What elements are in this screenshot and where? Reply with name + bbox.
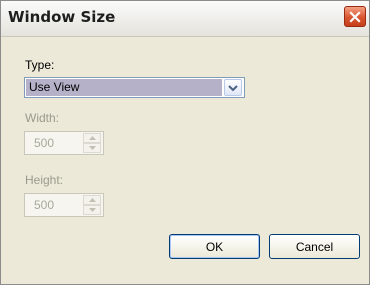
window-size-dialog: Window Size Type: Use View Width: 500 He… bbox=[0, 0, 370, 285]
width-spin-up-button[interactable] bbox=[83, 133, 101, 143]
spin-down-arrow-icon bbox=[88, 146, 96, 150]
height-spinner[interactable]: 500 bbox=[24, 193, 104, 217]
height-value: 500 bbox=[34, 198, 55, 212]
title-bar[interactable]: Window Size bbox=[1, 1, 369, 37]
chevron-down-icon bbox=[228, 84, 238, 91]
height-spin-down-button[interactable] bbox=[83, 205, 101, 215]
cancel-button[interactable]: Cancel bbox=[269, 234, 360, 259]
type-select-dropdown-button[interactable] bbox=[224, 79, 242, 96]
window-title: Window Size bbox=[8, 8, 116, 26]
width-spinner[interactable]: 500 bbox=[24, 131, 104, 155]
height-spin-up-button[interactable] bbox=[83, 195, 101, 205]
ok-button[interactable]: OK bbox=[169, 234, 260, 259]
width-label: Width: bbox=[25, 111, 60, 125]
height-label: Height: bbox=[25, 173, 64, 187]
spin-up-arrow-icon bbox=[88, 198, 96, 202]
type-label: Type: bbox=[25, 58, 55, 72]
type-select[interactable]: Use View bbox=[24, 77, 245, 98]
type-select-value: Use View bbox=[26, 79, 222, 96]
spin-down-arrow-icon bbox=[88, 208, 96, 212]
close-icon bbox=[349, 10, 361, 23]
width-value: 500 bbox=[34, 136, 55, 150]
close-button[interactable] bbox=[344, 6, 366, 27]
spin-up-arrow-icon bbox=[88, 136, 96, 140]
width-spin-down-button[interactable] bbox=[83, 143, 101, 153]
